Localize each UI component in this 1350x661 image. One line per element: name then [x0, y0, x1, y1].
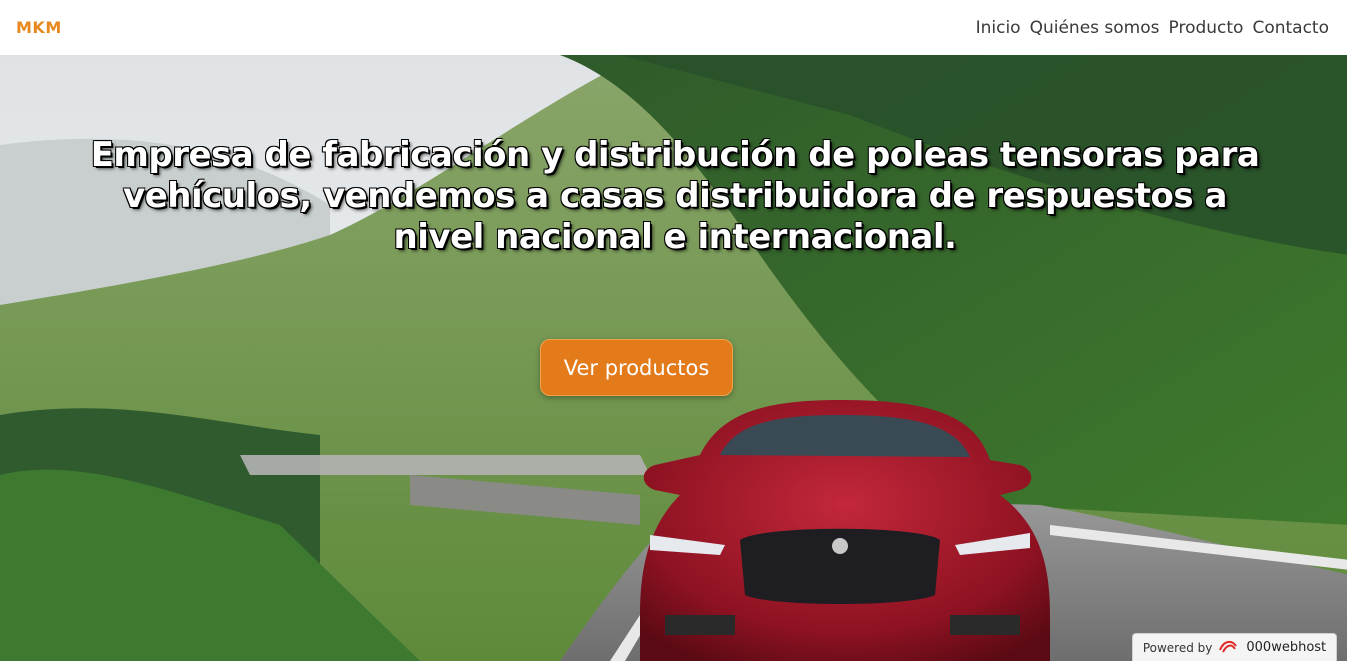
webhost-logo-icon [1218, 638, 1240, 657]
brand-logo[interactable]: MKM [16, 18, 62, 37]
view-products-button[interactable]: Ver productos [540, 339, 733, 396]
powered-by-label: Powered by [1142, 640, 1213, 655]
webhost-name: 000webhost [1246, 640, 1327, 655]
nav-link-producto[interactable]: Producto [1169, 18, 1244, 38]
hero-section: Empresa de fabricación y distribución de… [0, 55, 1350, 661]
powered-by-badge[interactable]: Powered by 000webhost [1132, 633, 1337, 661]
nav-link-inicio[interactable]: Inicio [976, 18, 1021, 38]
nav-links: Inicio Quiénes somos Producto Contacto [976, 18, 1329, 38]
nav-link-contacto[interactable]: Contacto [1252, 18, 1329, 38]
nav-link-quienes-somos[interactable]: Quiénes somos [1030, 18, 1160, 38]
hero-headline: Empresa de fabricación y distribución de… [90, 135, 1260, 257]
top-navbar: MKM Inicio Quiénes somos Producto Contac… [0, 0, 1350, 55]
